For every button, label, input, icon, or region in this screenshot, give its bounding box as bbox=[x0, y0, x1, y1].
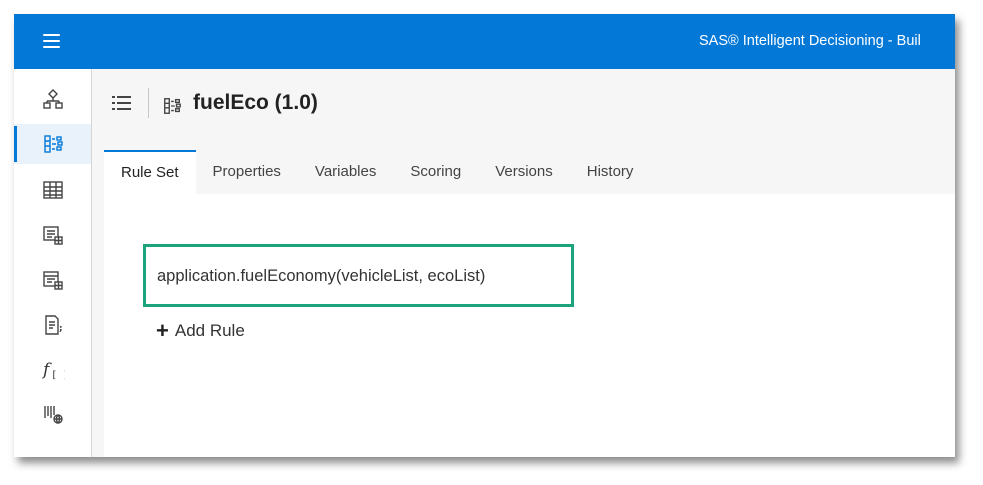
add-rule-button[interactable]: + Add Rule bbox=[156, 318, 245, 343]
header-divider bbox=[148, 88, 149, 118]
tab-bar: Rule Set Properties Variables Scoring Ve… bbox=[104, 150, 651, 196]
tab-rule-set[interactable]: Rule Set bbox=[104, 150, 196, 196]
sidebar: ; f [ ] bbox=[14, 69, 92, 457]
top-bar: SAS® Intelligent Decisioning - Buil bbox=[14, 14, 955, 69]
data-grid-icon bbox=[42, 226, 63, 245]
tab-versions[interactable]: Versions bbox=[478, 150, 570, 194]
page-title: fuelEco (1.0) bbox=[193, 91, 318, 114]
sidebar-item-lookup-tables[interactable] bbox=[14, 260, 91, 300]
lookup-table-icon bbox=[42, 271, 63, 290]
tab-properties[interactable]: Properties bbox=[196, 150, 298, 194]
add-rule-label: Add Rule bbox=[174, 321, 245, 340]
rule-set-icon bbox=[43, 135, 63, 153]
app-title: SAS® Intelligent Decisioning - Buil bbox=[699, 33, 921, 49]
svg-text:[ ]: [ ] bbox=[51, 370, 65, 381]
rule-expression[interactable]: application.fuelEconomy(vehicleList, eco… bbox=[157, 267, 485, 286]
function-icon: f [ ] bbox=[41, 360, 65, 381]
object-header: fuelEco (1.0) bbox=[92, 69, 955, 139]
table-icon bbox=[42, 181, 63, 199]
main-panel: fuelEco (1.0) Rule Set Properties Variab… bbox=[92, 69, 955, 457]
sidebar-item-functions[interactable]: f [ ] bbox=[14, 350, 91, 390]
list-icon[interactable] bbox=[112, 95, 132, 116]
global-variables-icon bbox=[43, 406, 63, 424]
rule-set-icon bbox=[162, 96, 182, 121]
decision-flow-icon bbox=[42, 89, 63, 109]
sidebar-item-rule-sets[interactable] bbox=[14, 124, 91, 164]
tab-scoring[interactable]: Scoring bbox=[393, 150, 478, 194]
rule-highlight-box: application.fuelEconomy(vehicleList, eco… bbox=[143, 244, 574, 307]
plus-icon: + bbox=[156, 318, 169, 343]
hamburger-menu-icon[interactable] bbox=[43, 34, 60, 48]
code-file-icon: ; bbox=[44, 315, 63, 335]
sidebar-item-data-grids[interactable] bbox=[14, 215, 91, 255]
sidebar-item-decisions[interactable] bbox=[14, 79, 91, 119]
sidebar-item-tables[interactable] bbox=[14, 170, 91, 210]
svg-text:;: ; bbox=[59, 324, 63, 334]
sidebar-item-code-files[interactable]: ; bbox=[14, 305, 91, 345]
tab-history[interactable]: History bbox=[570, 150, 651, 194]
app-window: SAS® Intelligent Decisioning - Buil ; f … bbox=[14, 14, 955, 457]
tab-variables[interactable]: Variables bbox=[298, 150, 393, 194]
sidebar-item-global-variables[interactable] bbox=[14, 394, 91, 434]
rule-set-content: application.fuelEconomy(vehicleList, eco… bbox=[104, 194, 955, 457]
